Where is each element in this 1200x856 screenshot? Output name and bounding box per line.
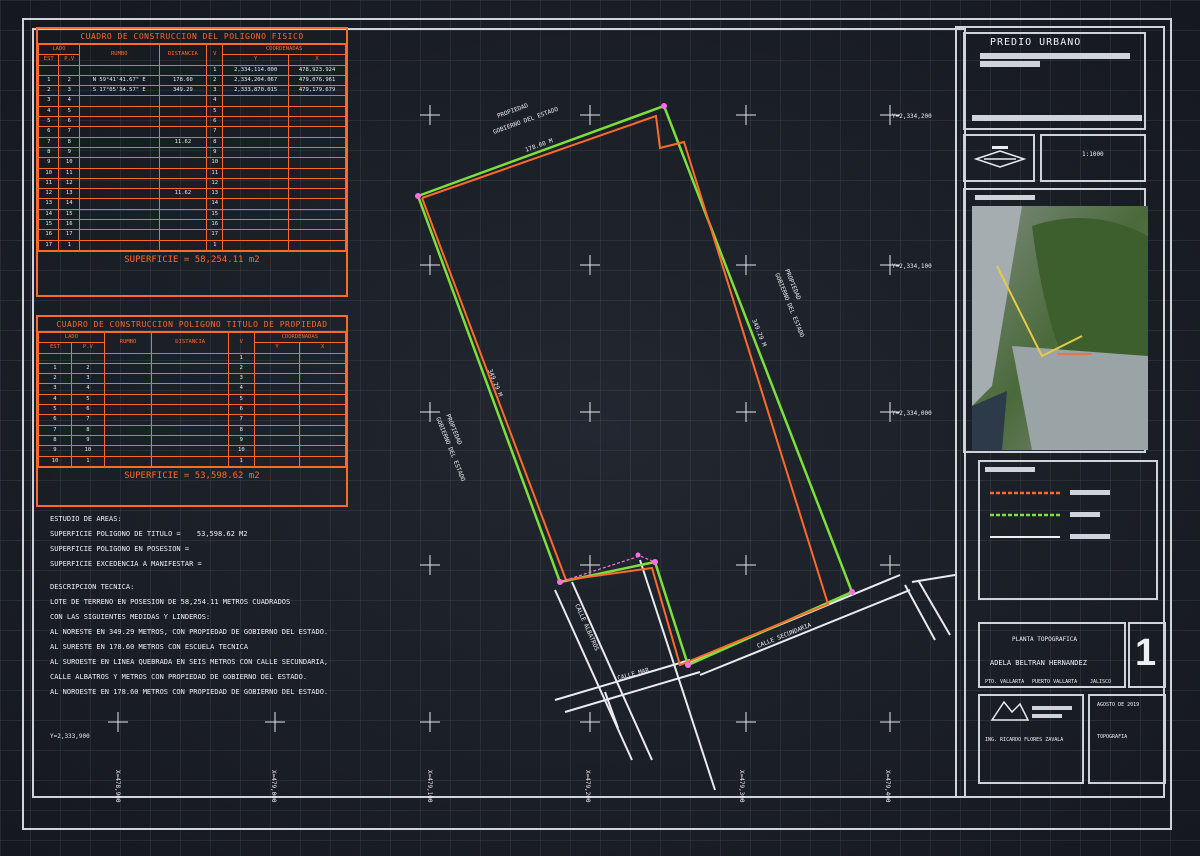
label-x-coordinate: X=479,300 [738, 770, 745, 803]
owner-name: ADELA BELTRAN HERNANDEZ [990, 659, 1087, 667]
north-arrow-icon [973, 146, 1027, 168]
plan-type: PLANTA TOPOGRAFICA [1012, 636, 1078, 643]
label-y-coordinate: Y=2,334,200 [892, 113, 932, 120]
street-lines [554, 559, 956, 791]
label-x-coordinate: X=479,200 [584, 770, 591, 803]
logo-text-line [1032, 706, 1072, 710]
scale-box [1040, 134, 1146, 182]
technical-area: TOPOGRAFIA [1097, 734, 1128, 740]
label-street-bottom: CALLE SECUNDARIA [756, 622, 813, 650]
vertex-markers [415, 103, 855, 668]
legend-swatches [990, 490, 1110, 539]
scale-value: 1:1000 [1082, 151, 1104, 158]
label-y-coordinate: Y=2,334,100 [892, 263, 932, 270]
satellite-map-image [972, 206, 1148, 450]
project-title: PREDIO URBANO [990, 37, 1082, 48]
location-state: JALISCO [1090, 679, 1112, 685]
sheet-number: 1 [1135, 632, 1157, 674]
plan-date: AGOSTO DE 2019 [1097, 702, 1140, 708]
label-x-coordinate: X=479,100 [426, 770, 433, 803]
label-street-mar: CALLE MAR [617, 667, 651, 682]
location-municipality: PUERTO VALLARTA [1032, 679, 1078, 685]
title-polygon [416, 104, 854, 667]
location-city: PTO. VALLARTA [985, 679, 1025, 685]
label-y-coordinate: Y=2,334,000 [892, 410, 932, 417]
label-street-albatros: CALLE ALBATROS [573, 603, 600, 652]
label-y-coordinate: Y=2,333,900 [50, 733, 90, 740]
label-x-coordinate: X=478,900 [114, 770, 121, 803]
title-line [980, 61, 1040, 67]
title-line [972, 115, 1142, 121]
drawn-by: ING. RICARDO FLORES ZAVALA [985, 737, 1064, 743]
label-x-coordinate: X=479,400 [884, 770, 891, 803]
company-logo-icon [990, 700, 1030, 721]
map-caption-line [975, 195, 1035, 200]
label-x-coordinate: X=479,000 [270, 770, 277, 803]
legend-caption-line [985, 467, 1035, 472]
title-line [980, 53, 1130, 59]
physical-polygon [421, 114, 830, 667]
logo-text-line [1032, 714, 1062, 718]
